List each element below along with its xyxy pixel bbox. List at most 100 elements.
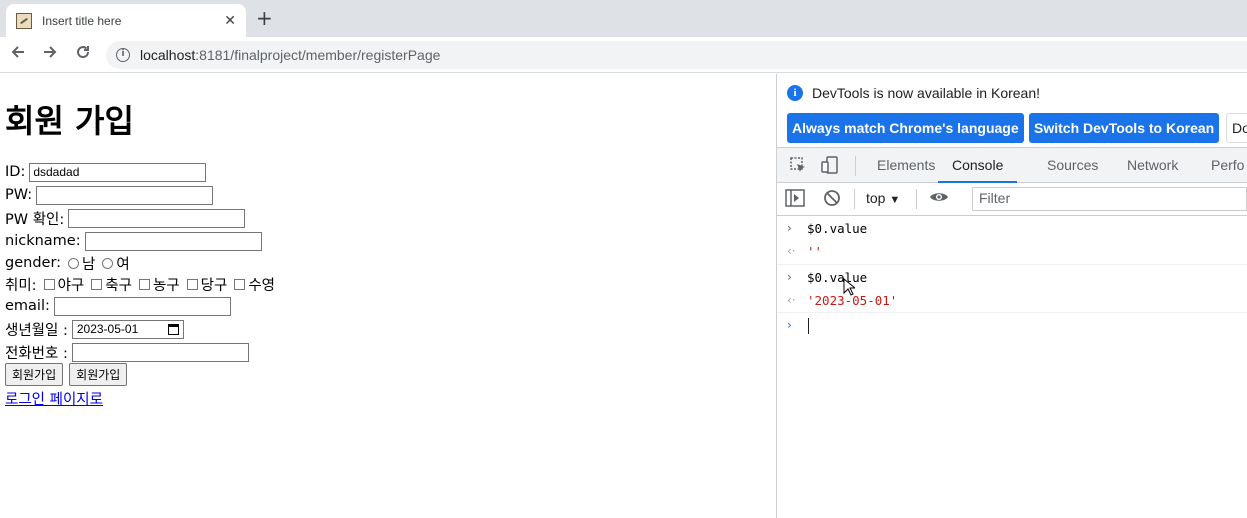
phone-label: 전화번호 : xyxy=(5,345,68,362)
prompt-chevron-icon: › xyxy=(787,270,792,284)
toolbar-separator xyxy=(854,189,855,209)
console-toolbar: top ▼ Filter xyxy=(777,183,1247,216)
prompt-chevron-icon: › xyxy=(787,221,792,235)
email-label: email: xyxy=(5,298,50,314)
birth-label: 생년월일 : xyxy=(5,322,68,339)
back-icon[interactable] xyxy=(6,43,30,67)
browser-tab-strip: Insert title here ✕ + xyxy=(0,0,1247,37)
console-input-text: $0.value xyxy=(807,221,868,236)
id-row: ID: xyxy=(5,161,207,183)
tab-console[interactable]: Console xyxy=(938,148,1018,183)
result-arrow-icon: ‹· xyxy=(787,244,796,258)
gender-option-label: 남 xyxy=(82,256,96,273)
hobby-checkbox-baseball[interactable] xyxy=(43,278,55,290)
nickname-label: nickname: xyxy=(5,233,81,249)
tab-network[interactable]: Network xyxy=(1127,148,1178,183)
pw-row: PW: xyxy=(5,184,214,206)
reload-icon[interactable] xyxy=(71,43,95,67)
browser-tab[interactable]: Insert title here ✕ xyxy=(6,4,246,37)
console-divider xyxy=(777,312,1247,313)
forward-icon[interactable] xyxy=(38,43,62,67)
register-button-2[interactable]: 회원가입 xyxy=(69,362,128,386)
always-match-language-button[interactable]: Always match Chrome's language xyxy=(787,113,1024,143)
prompt-chevron-icon: › xyxy=(787,318,792,332)
gender-radio-male[interactable] xyxy=(68,257,80,269)
gender-option-label: 여 xyxy=(116,256,130,273)
devtools-panel: i DevTools is now available in Korean! A… xyxy=(777,74,1247,518)
inspect-element-icon[interactable] xyxy=(788,156,808,176)
console-input-text: $0.value xyxy=(807,270,868,285)
mouse-pointer-icon xyxy=(843,277,857,300)
info-icon: i xyxy=(787,85,803,101)
text-caret xyxy=(808,318,809,334)
hobby-option-label: 수영 xyxy=(248,277,276,294)
page-title: 회원 가입 xyxy=(5,102,134,140)
hobby-checkbox-basketball[interactable] xyxy=(138,278,150,290)
nickname-row: nickname: xyxy=(5,230,262,252)
email-row: email: xyxy=(5,295,231,317)
page-content: 회원 가입 ID: PW: PW 확인: nickname: gender: 남… xyxy=(0,74,776,518)
url-text: localhost:8181/finalproject/member/regis… xyxy=(140,47,441,63)
tab-separator xyxy=(855,156,856,176)
gender-label: gender: xyxy=(5,255,62,271)
notice-text: DevTools is now available in Korean! xyxy=(812,85,1041,101)
tab-close-icon[interactable]: ✕ xyxy=(224,13,236,29)
phone-row: 전화번호 : xyxy=(5,341,249,363)
pw-input[interactable] xyxy=(36,185,214,205)
hobby-option-label: 당구 xyxy=(200,277,228,294)
phone-input[interactable] xyxy=(71,342,249,362)
hobby-label: 취미: xyxy=(5,277,37,294)
calendar-icon[interactable] xyxy=(167,323,179,335)
id-label: ID: xyxy=(5,164,26,180)
dont-show-again-button[interactable]: Do xyxy=(1226,113,1247,143)
tab-sources[interactable]: Sources xyxy=(1047,148,1098,183)
pw-confirm-row: PW 확인: xyxy=(5,207,246,229)
email-input[interactable] xyxy=(53,296,231,316)
devtools-tabs: Elements Console Sources Network Perfo xyxy=(777,148,1247,183)
browser-toolbar: i localhost:8181/finalproject/member/reg… xyxy=(0,37,1247,73)
clear-console-icon[interactable] xyxy=(822,189,842,209)
device-toolbar-icon[interactable] xyxy=(820,156,840,176)
hobby-option-label: 농구 xyxy=(152,277,180,294)
hobby-row: 취미: 야구 축구 농구 당구 수영 xyxy=(5,273,275,295)
console-filter-input[interactable]: Filter xyxy=(972,187,1247,211)
eye-icon[interactable] xyxy=(929,189,949,209)
tab-title: Insert title here xyxy=(42,13,122,28)
favicon-icon xyxy=(16,12,32,29)
hobby-checkbox-billiards[interactable] xyxy=(186,278,198,290)
switch-to-korean-button[interactable]: Switch DevTools to Korean xyxy=(1029,113,1220,143)
sidebar-toggle-icon[interactable] xyxy=(785,189,805,209)
login-page-link[interactable]: 로그인 페이지로 xyxy=(5,388,103,409)
console-divider xyxy=(777,264,1247,265)
toolbar-separator xyxy=(916,189,917,209)
pw-label: PW: xyxy=(5,187,33,203)
address-bar[interactable]: i localhost:8181/finalproject/member/reg… xyxy=(106,41,1247,69)
tab-elements[interactable]: Elements xyxy=(877,148,935,183)
birth-date-input[interactable]: 2023-05-01 xyxy=(71,319,184,339)
login-link-row: 로그인 페이지로 xyxy=(5,387,103,409)
new-tab-icon[interactable]: + xyxy=(256,6,273,30)
console-result-text: '' xyxy=(807,244,823,259)
birth-date-value: 2023-05-01 xyxy=(76,322,139,336)
nickname-input[interactable] xyxy=(84,231,262,251)
dropdown-arrow-icon: ▼ xyxy=(889,194,901,206)
site-info-icon[interactable]: i xyxy=(116,48,130,62)
context-label: top xyxy=(866,190,886,206)
pw-confirm-label: PW 확인: xyxy=(5,211,65,228)
pw-confirm-input[interactable] xyxy=(68,208,246,228)
hobby-checkbox-soccer[interactable] xyxy=(91,278,103,290)
submit-button[interactable]: 회원가입 xyxy=(5,362,64,386)
context-selector[interactable]: top ▼ xyxy=(866,190,900,206)
id-input[interactable] xyxy=(29,162,207,182)
hobby-checkbox-swimming[interactable] xyxy=(234,278,246,290)
result-arrow-icon: ‹· xyxy=(787,293,796,307)
hobby-option-label: 야구 xyxy=(57,277,85,294)
birth-row: 생년월일 : 2023-05-01 xyxy=(5,318,184,340)
gender-radio-female[interactable] xyxy=(102,257,114,269)
button-row: 회원가입 회원가입 xyxy=(5,362,133,386)
gender-row: gender: 남 여 xyxy=(5,252,130,274)
language-notice: i DevTools is now available in Korean! A… xyxy=(777,74,1247,148)
tab-performance[interactable]: Perfo xyxy=(1211,148,1244,183)
console-prompt[interactable]: › xyxy=(777,318,1247,338)
hobby-option-label: 축구 xyxy=(105,277,132,294)
